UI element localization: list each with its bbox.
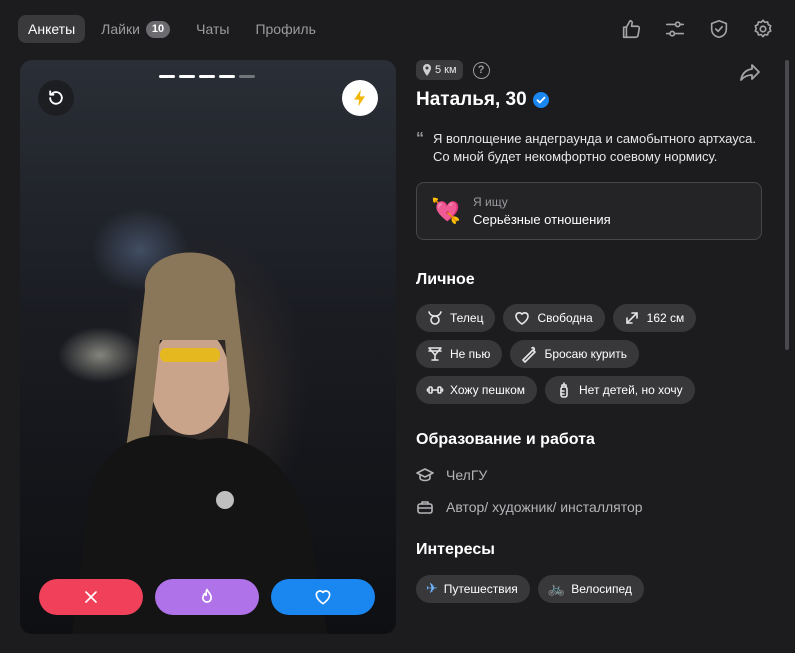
briefcase-icon <box>417 501 433 514</box>
interests-title: Интересы <box>416 541 495 558</box>
dislike-button[interactable] <box>39 579 143 615</box>
progress-segment <box>159 75 175 78</box>
undo-button[interactable] <box>38 80 74 116</box>
tab-profile-label: Профиль <box>255 21 316 37</box>
distance-text: 5 км <box>435 64 457 76</box>
bio: “ Я воплощение андеграунда и самобытного… <box>416 130 762 166</box>
personal-title: Личное <box>416 271 475 288</box>
heart-icon <box>315 590 331 605</box>
chip-label: Бросаю курить <box>544 347 628 361</box>
location-pin-icon <box>423 64 431 76</box>
chip-label: Свободна <box>537 311 593 325</box>
help-icon[interactable]: ? <box>472 61 490 79</box>
chip-drinking: Не пью <box>416 340 503 368</box>
tab-likes[interactable]: Лайки 10 <box>91 15 180 43</box>
progress-segment <box>199 75 215 78</box>
airplane-icon: ✈ <box>426 581 438 597</box>
flame-icon <box>202 588 212 603</box>
photo-progress <box>159 75 259 78</box>
progress-segment <box>179 75 195 78</box>
share-icon[interactable] <box>738 60 762 84</box>
chip-label: Путешествия <box>443 582 518 596</box>
name-row: Наталья, 30 <box>416 89 762 111</box>
profile-photo[interactable] <box>20 60 396 634</box>
looking-for-card: 💘 Я ищу Серьёзные отношения <box>416 182 762 240</box>
looking-for-label: Я ищу <box>473 195 508 209</box>
like-button[interactable] <box>271 579 375 615</box>
action-buttons <box>39 579 387 615</box>
profile-info: 5 км ? Наталья, 30 “ Я воплощение андегр… <box>416 60 762 611</box>
work-title: Образование и работа <box>416 431 595 448</box>
chip-label: Нет детей, но хочу <box>579 383 683 397</box>
quote-icon: “ <box>416 130 424 147</box>
close-icon <box>85 591 97 603</box>
work-list: ЧелГУ Автор/ художник/ инсталлятор <box>416 459 762 523</box>
looking-for-value: Серьёзные отношения <box>473 212 611 227</box>
chip-zodiac: Телец <box>416 304 496 332</box>
personal-chips: Телец Свободна 162 см Не пью Бросаю кури… <box>416 304 762 412</box>
undo-icon <box>49 90 63 105</box>
heart-arrow-icon: 💘 <box>431 197 461 225</box>
person-silhouette <box>72 252 328 634</box>
chip-travel: ✈ Путешествия <box>416 575 530 603</box>
taurus-icon <box>428 311 442 325</box>
dumbbell-icon <box>426 386 444 394</box>
sliders-icon[interactable] <box>663 17 687 41</box>
heart-outline-icon <box>515 312 530 325</box>
superlike-button[interactable] <box>155 579 259 615</box>
bicycle-icon: 🚲 <box>547 581 566 597</box>
progress-segment <box>219 75 235 78</box>
chip-label: Велосипед <box>571 582 632 596</box>
job-row: Автор/ художник/ инсталлятор <box>416 491 762 523</box>
chip-label: Не пью <box>450 347 491 361</box>
scrollbar[interactable] <box>785 60 789 350</box>
chip-height: 162 см <box>612 304 697 332</box>
bio-text: Я воплощение андеграунда и самобытного а… <box>433 131 756 164</box>
nav-tabs: Анкеты Лайки 10 Чаты Профиль <box>18 15 332 43</box>
chip-label: Хожу пешком <box>450 383 526 397</box>
distance-badge: 5 км <box>416 60 463 80</box>
top-icons <box>599 17 775 41</box>
education-text: ЧелГУ <box>446 467 488 483</box>
tab-profile[interactable]: Профиль <box>245 15 325 43</box>
chip-label: Телец <box>450 311 484 325</box>
graduation-cap-icon <box>416 468 434 482</box>
thumbs-up-icon[interactable] <box>619 17 643 41</box>
baby-bottle-icon <box>560 382 568 398</box>
cigarette-icon <box>522 346 537 363</box>
tab-likes-label: Лайки <box>101 21 140 37</box>
chip-relationship: Свободна <box>503 304 605 332</box>
interest-chips: ✈ Путешествия 🚲 Велосипед <box>416 575 762 611</box>
chip-sport: Хожу пешком <box>416 376 538 404</box>
glass-icon <box>428 347 442 361</box>
progress-segment <box>239 75 255 78</box>
tab-chats-label: Чаты <box>196 21 230 37</box>
likes-count-badge: 10 <box>145 20 171 38</box>
gear-icon[interactable] <box>751 17 775 41</box>
job-text: Автор/ художник/ инсталлятор <box>446 499 643 515</box>
chip-label: 162 см <box>646 311 685 325</box>
verified-icon <box>532 92 549 108</box>
education-row: ЧелГУ <box>416 459 762 491</box>
tab-profiles[interactable]: Анкеты <box>18 15 86 43</box>
chip-bicycle: 🚲 Велосипед <box>537 575 644 603</box>
boost-button[interactable] <box>342 80 378 116</box>
tab-profiles-label: Анкеты <box>28 21 76 37</box>
distance-row: 5 км ? <box>416 60 762 81</box>
profile-name: Наталья, 30 <box>416 89 527 110</box>
shield-check-icon[interactable] <box>707 17 731 41</box>
tab-chats[interactable]: Чаты <box>186 15 239 43</box>
expand-icon <box>625 312 638 324</box>
lightning-icon <box>354 89 365 107</box>
chip-smoking: Бросаю курить <box>510 340 640 368</box>
top-nav: Анкеты Лайки 10 Чаты Профиль <box>0 0 795 58</box>
chip-children: Нет детей, но хочу <box>545 376 695 404</box>
